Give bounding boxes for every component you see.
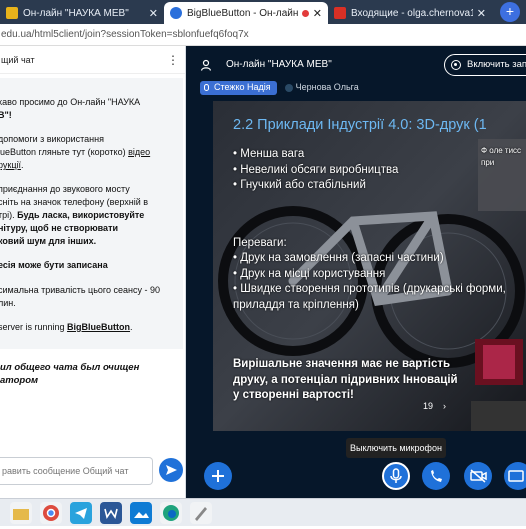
slide-bullet: Друк на місці користування bbox=[233, 267, 523, 283]
mute-button[interactable] bbox=[382, 462, 410, 490]
leave-audio-button[interactable] bbox=[422, 462, 450, 490]
tab-title: BigBlueButton - Он-лайн "Н bbox=[187, 7, 299, 19]
record-button[interactable]: Включить запис bbox=[444, 54, 526, 76]
video-link[interactable]: відео bbox=[128, 147, 150, 157]
browser-tab[interactable]: Он-лайн "НАУКА МЕВ" ✕ bbox=[0, 2, 164, 24]
slide-title: 2.2 Приклади Індустрії 4.0: 3D-друк (1 bbox=[233, 117, 487, 133]
speaker-badge[interactable]: Чернова Ольга bbox=[282, 81, 365, 95]
chevron-right-icon[interactable]: › bbox=[443, 401, 446, 411]
welcome-line: нітуру, щоб не створювати bbox=[0, 223, 119, 234]
welcome-line: лин. bbox=[0, 297, 16, 308]
slide-bullet: Менша вага bbox=[233, 147, 433, 163]
presentation-stage: Он-лайн "НАУКА МЕВ" Включить запис Стежк… bbox=[186, 46, 526, 498]
bigbluebutton-icon bbox=[170, 7, 182, 19]
bigbluebutton-link[interactable]: BigBlueButton bbox=[67, 322, 130, 332]
slide-bullet: Гнучкий або стабільний bbox=[233, 178, 433, 194]
slide-bullet: Невеликі обсяги виробництва bbox=[233, 163, 433, 179]
record-icon bbox=[451, 60, 461, 70]
speaker-name: Чернова Ольга bbox=[295, 82, 359, 92]
welcome-message: каво просимо до Он-лайн "НАУКА В"! допом… bbox=[0, 78, 183, 349]
send-button[interactable] bbox=[159, 458, 183, 482]
welcome-line: lueButton гляньте тут (коротко) bbox=[0, 147, 129, 158]
meeting-title: Он-лайн "НАУКА МЕВ" bbox=[226, 59, 332, 70]
browser-tabbar: Он-лайн "НАУКА МЕВ" ✕ BigBlueButton - Он… bbox=[0, 0, 526, 24]
welcome-line: сніть на значок телефону (верхній в bbox=[0, 197, 149, 208]
welcome-line: Будь ласка, використовуйте bbox=[17, 210, 145, 221]
telegram-icon[interactable] bbox=[70, 502, 92, 524]
actions-button[interactable] bbox=[204, 462, 232, 490]
new-tab-button[interactable]: + bbox=[500, 2, 520, 22]
browser-tab-active[interactable]: BigBlueButton - Он-лайн "Н ✕ bbox=[164, 2, 328, 24]
slide-advantages-heading: Переваги: bbox=[233, 237, 287, 249]
chat-title: щий чат bbox=[1, 54, 35, 65]
slide-bullet: Друк на замовлення (запасні частини) bbox=[233, 251, 523, 267]
more-options-icon[interactable]: ⋮ bbox=[167, 53, 179, 67]
speaker-badge[interactable]: Стежко Надія bbox=[200, 81, 277, 95]
camera-off-icon bbox=[470, 469, 487, 483]
edge-icon[interactable] bbox=[160, 502, 182, 524]
welcome-line: симальна тривалість цього сеансу - 90 bbox=[0, 284, 160, 295]
phone-icon bbox=[431, 470, 442, 482]
welcome-line: приєднання до звукового мосту bbox=[0, 184, 130, 195]
camera-button[interactable] bbox=[464, 462, 492, 490]
record-label: Включить запис bbox=[467, 59, 526, 70]
tab-title: Входящие - olga.chernova1974@ bbox=[351, 7, 473, 19]
chrome-icon[interactable] bbox=[40, 502, 62, 524]
microphone-icon bbox=[204, 84, 209, 91]
tab-title: Он-лайн "НАУКА МЕВ" bbox=[23, 7, 129, 19]
notice-line: атором bbox=[0, 374, 39, 386]
paint-icon[interactable] bbox=[190, 502, 212, 524]
slide-bullets-1: Менша вага Невеликі обсяги виробництва Г… bbox=[233, 147, 433, 194]
slide-page-number[interactable]: 19 bbox=[423, 401, 433, 411]
screen-share-icon bbox=[508, 470, 524, 482]
address-bar[interactable]: edu.ua/html5client/join?sessionToken=sbl… bbox=[0, 24, 526, 46]
speaker-name: Стежко Надія bbox=[214, 82, 271, 92]
bbb-app: щий чат ⋮ каво просимо до Он-лайн "НАУКА… bbox=[0, 46, 526, 498]
close-icon[interactable]: ✕ bbox=[313, 7, 322, 20]
chat-composer bbox=[0, 457, 186, 489]
browser-tab[interactable]: Входящие - olga.chernova1974@ ✕ bbox=[328, 2, 492, 24]
presentation-slide: 2.2 Приклади Індустрії 4.0: 3D-друк (1 М… bbox=[213, 101, 526, 431]
welcome-line: трі). bbox=[0, 210, 15, 221]
close-icon[interactable]: ✕ bbox=[477, 7, 486, 20]
photos-icon[interactable] bbox=[130, 502, 152, 524]
welcome-line: есія може бути записана bbox=[0, 260, 108, 271]
screen-share-button[interactable] bbox=[504, 462, 526, 490]
gmail-icon bbox=[334, 7, 346, 19]
slide-bullet: Швидке створення прототипів (друкарські … bbox=[233, 282, 523, 313]
file-explorer-icon[interactable] bbox=[10, 502, 32, 524]
slide-side-text: Ф оле тисс при bbox=[481, 146, 522, 167]
chat-messages: каво просимо до Он-лайн "НАУКА В"! допом… bbox=[0, 74, 185, 387]
url-text: edu.ua/html5client/join?sessionToken=sbl… bbox=[1, 29, 249, 40]
recording-dot-icon bbox=[301, 9, 309, 17]
welcome-line: server is running bbox=[0, 321, 68, 332]
welcome-line: каво просимо до Он-лайн "НАУКА bbox=[0, 97, 141, 107]
welcome-line: допомоги з використання bbox=[0, 134, 104, 145]
welcome-line: ковий шум для інших. bbox=[0, 236, 97, 247]
chat-message-input[interactable] bbox=[0, 457, 153, 485]
speaker-dot-icon bbox=[284, 84, 293, 92]
talking-indicators: Стежко Надія Чернова Ольга bbox=[200, 81, 365, 95]
instruction-link[interactable]: рукції bbox=[0, 160, 21, 170]
chat-panel: щий чат ⋮ каво просимо до Он-лайн "НАУКА… bbox=[0, 46, 186, 498]
notice-line: ил общего чата был очищен bbox=[0, 361, 140, 373]
word-icon[interactable] bbox=[100, 502, 122, 524]
plus-icon bbox=[212, 470, 224, 482]
slide-conclusion: Вирішальне значення має не вартість друк… bbox=[233, 358, 458, 402]
microphone-icon bbox=[390, 468, 402, 483]
moodle-icon bbox=[6, 7, 18, 19]
slide-navigation: 19 › bbox=[423, 401, 446, 411]
chat-header: щий чат ⋮ bbox=[0, 46, 185, 74]
welcome-line: В"! bbox=[0, 110, 12, 121]
stage-header: Он-лайн "НАУКА МЕВ" Включить запис bbox=[186, 46, 526, 86]
close-icon[interactable]: ✕ bbox=[149, 7, 158, 20]
send-icon bbox=[166, 465, 177, 475]
users-icon[interactable] bbox=[200, 59, 212, 71]
chat-cleared-notice: ил общего чата был очищен атором bbox=[0, 361, 183, 388]
slide-bullets-2: Друк на замовлення (запасні частини) Дру… bbox=[233, 251, 523, 313]
mute-tooltip: Выключить микрофон bbox=[346, 438, 446, 458]
os-taskbar bbox=[0, 498, 526, 526]
